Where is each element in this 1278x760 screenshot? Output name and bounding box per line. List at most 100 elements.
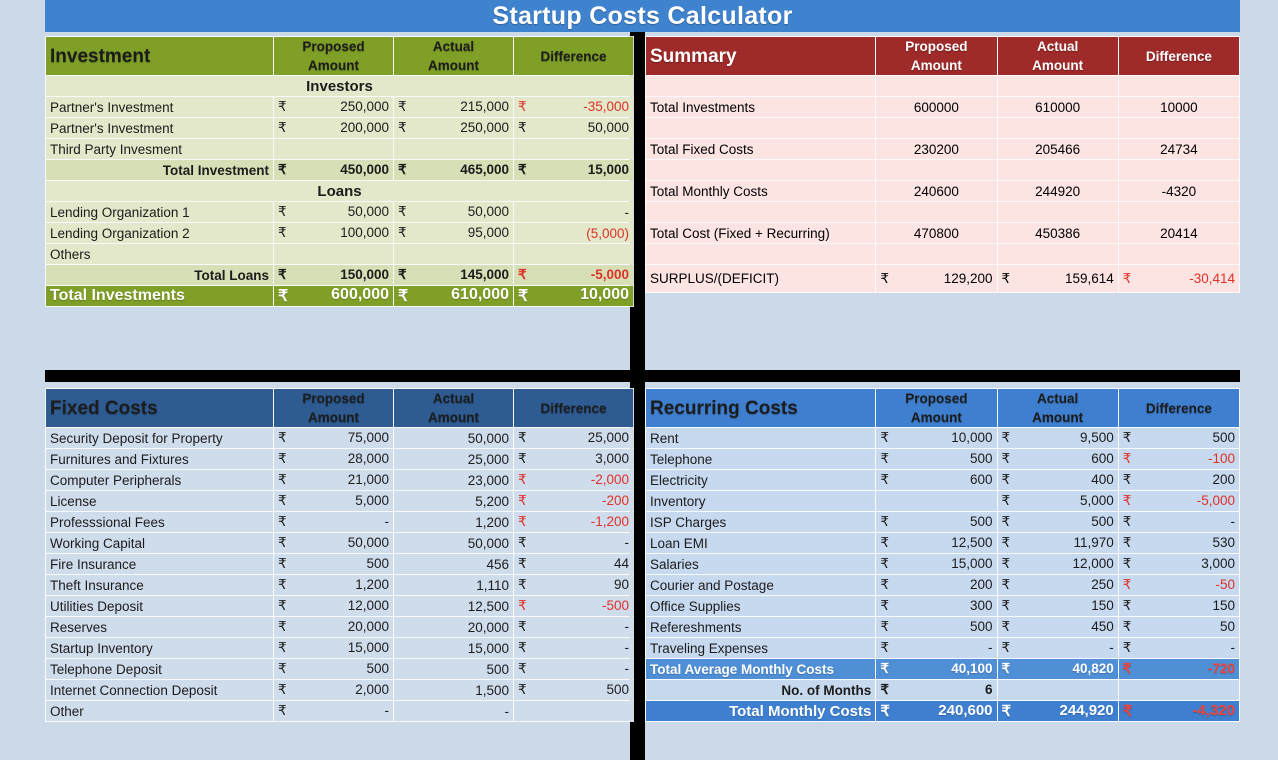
- table-row[interactable]: Office Supplies ₹300 ₹150 ₹150: [644, 595, 1241, 617]
- table-row[interactable]: Startup Inventory ₹15,000 15,000 ₹ -: [45, 637, 634, 659]
- subtotal-actual[interactable]: ₹145,000: [393, 264, 514, 286]
- difference-amount[interactable]: ₹ -200: [513, 490, 634, 512]
- summary-actual[interactable]: 244920: [996, 180, 1119, 202]
- difference-amount[interactable]: ₹ -: [513, 658, 634, 680]
- proposed-amount[interactable]: ₹21,000: [273, 469, 394, 491]
- table-row[interactable]: Refereshments ₹500 ₹450 ₹50: [644, 616, 1241, 638]
- proposed-amount[interactable]: ₹ -: [273, 511, 394, 533]
- proposed-amount[interactable]: ₹250,000: [273, 96, 394, 118]
- total-monthly-proposed[interactable]: ₹240,600: [875, 700, 998, 722]
- proposed-amount[interactable]: ₹ -: [273, 700, 394, 722]
- table-row[interactable]: Theft Insurance ₹1,200 1,110 ₹90: [45, 574, 634, 596]
- proposed-amount[interactable]: ₹500: [875, 448, 998, 470]
- table-row[interactable]: Salaries ₹15,000 ₹12,000 ₹3,000: [644, 553, 1241, 575]
- actual-amount[interactable]: ₹500: [996, 511, 1119, 533]
- actual-amount[interactable]: ₹250,000: [393, 117, 514, 139]
- proposed-amount[interactable]: ₹12,500: [875, 532, 998, 554]
- summary-proposed[interactable]: 600000: [875, 96, 998, 118]
- summary-difference[interactable]: 10000: [1117, 96, 1241, 118]
- summary-proposed[interactable]: 470800: [875, 222, 998, 244]
- actual-amount[interactable]: ₹215,000: [393, 96, 514, 118]
- difference-amount[interactable]: ₹50: [1117, 616, 1241, 638]
- difference-amount[interactable]: ₹3,000: [513, 448, 634, 470]
- difference-amount[interactable]: ₹ -35,000: [513, 96, 634, 118]
- actual-amount[interactable]: ₹450: [996, 616, 1119, 638]
- actual-amount[interactable]: ₹12,000: [996, 553, 1119, 575]
- difference-amount[interactable]: ₹ -1,200: [513, 511, 634, 533]
- actual-amount[interactable]: 1,110: [393, 574, 514, 596]
- table-row[interactable]: Rent ₹10,000 ₹9,500 ₹500: [644, 427, 1241, 449]
- proposed-amount[interactable]: [273, 138, 394, 160]
- difference-amount[interactable]: ₹500: [1117, 427, 1241, 449]
- summary-difference[interactable]: 24734: [1117, 138, 1241, 160]
- table-row[interactable]: Security Deposit for Property ₹75,000 50,0…: [45, 427, 634, 449]
- table-row[interactable]: Utilities Deposit ₹12,000 12,500 ₹ -500: [45, 595, 634, 617]
- proposed-amount[interactable]: ₹600: [875, 469, 998, 491]
- actual-amount[interactable]: 5,200: [393, 490, 514, 512]
- table-row[interactable]: Courier and Postage ₹200 ₹250 ₹ -50: [644, 574, 1241, 596]
- actual-amount[interactable]: ₹95,000: [393, 222, 514, 244]
- proposed-amount[interactable]: ₹15,000: [875, 553, 998, 575]
- actual-amount[interactable]: ₹11,970: [996, 532, 1119, 554]
- summary-actual[interactable]: 610000: [996, 96, 1119, 118]
- difference-amount[interactable]: ₹ -: [1117, 511, 1241, 533]
- proposed-amount[interactable]: ₹12,000: [273, 595, 394, 617]
- summary-proposed[interactable]: 230200: [875, 138, 998, 160]
- table-row[interactable]: Fire Insurance ₹500 456 ₹44: [45, 553, 634, 575]
- average-total-difference[interactable]: ₹ -720: [1117, 658, 1241, 680]
- proposed-amount[interactable]: ₹500: [875, 511, 998, 533]
- table-row[interactable]: Inventory ₹5,000 ₹ -5,000: [644, 490, 1241, 512]
- proposed-amount[interactable]: ₹100,000: [273, 222, 394, 244]
- proposed-amount[interactable]: ₹ -: [875, 637, 998, 659]
- difference-amount[interactable]: ₹ -100: [1117, 448, 1241, 470]
- difference-amount[interactable]: ₹530: [1117, 532, 1241, 554]
- subtotal-actual[interactable]: ₹465,000: [393, 159, 514, 181]
- table-row[interactable]: Reserves ₹20,000 20,000 ₹ -: [45, 616, 634, 638]
- subtotal-proposed[interactable]: ₹450,000: [273, 159, 394, 181]
- proposed-amount[interactable]: ₹15,000: [273, 637, 394, 659]
- proposed-amount[interactable]: ₹20,000: [273, 616, 394, 638]
- actual-amount[interactable]: 500: [393, 658, 514, 680]
- proposed-amount[interactable]: ₹500: [273, 553, 394, 575]
- surplus-actual[interactable]: ₹159,614: [996, 264, 1119, 293]
- actual-amount[interactable]: [393, 243, 514, 265]
- difference-amount[interactable]: ₹500: [513, 679, 634, 701]
- average-total-actual[interactable]: ₹40,820: [996, 658, 1119, 680]
- proposed-amount[interactable]: ₹50,000: [273, 201, 394, 223]
- difference-amount[interactable]: ₹200: [1117, 469, 1241, 491]
- table-row[interactable]: Lending Organization 2 ₹100,000 ₹95,000 (5,…: [45, 222, 634, 244]
- difference-amount[interactable]: [513, 700, 634, 722]
- actual-amount[interactable]: ₹50,000: [393, 201, 514, 223]
- proposed-amount[interactable]: ₹200,000: [273, 117, 394, 139]
- proposed-amount[interactable]: ₹300: [875, 595, 998, 617]
- proposed-amount[interactable]: ₹10,000: [875, 427, 998, 449]
- total-monthly-actual[interactable]: ₹244,920: [996, 700, 1119, 722]
- actual-amount[interactable]: ₹5,000: [996, 490, 1119, 512]
- difference-amount[interactable]: ₹3,000: [1117, 553, 1241, 575]
- summary-actual[interactable]: 205466: [996, 138, 1119, 160]
- actual-amount[interactable]: 12,500: [393, 595, 514, 617]
- difference-amount[interactable]: ₹150: [1117, 595, 1241, 617]
- proposed-amount[interactable]: ₹28,000: [273, 448, 394, 470]
- table-row[interactable]: Professsional Fees ₹ -1,200 ₹ -1,200: [45, 511, 634, 533]
- difference-amount[interactable]: ₹ -: [1117, 637, 1241, 659]
- table-row[interactable]: Partner's Investment ₹200,000 ₹250,000 ₹50,…: [45, 117, 634, 139]
- table-row[interactable]: Other ₹ - -: [45, 700, 634, 722]
- summary-row[interactable]: Total Cost (Fixed + Recurring) 470800 4503…: [644, 222, 1241, 244]
- actual-amount[interactable]: ₹600: [996, 448, 1119, 470]
- difference-amount[interactable]: ₹44: [513, 553, 634, 575]
- difference-amount[interactable]: ₹ -: [513, 637, 634, 659]
- subtotal-difference[interactable]: ₹15,000: [513, 159, 634, 181]
- difference-amount[interactable]: ₹ -: [513, 616, 634, 638]
- difference-amount[interactable]: ₹ -2,000: [513, 469, 634, 491]
- table-row[interactable]: Partner's Investment ₹250,000 ₹215,000 ₹ -35…: [45, 96, 634, 118]
- proposed-amount[interactable]: ₹500: [273, 658, 394, 680]
- difference-amount[interactable]: ₹ -500: [513, 595, 634, 617]
- summary-proposed[interactable]: 240600: [875, 180, 998, 202]
- summary-difference[interactable]: 20414: [1117, 222, 1241, 244]
- difference-amount[interactable]: [513, 243, 634, 265]
- surplus-difference[interactable]: ₹ -30,414: [1117, 264, 1241, 293]
- proposed-amount[interactable]: [875, 490, 998, 512]
- actual-amount[interactable]: 50,000: [393, 532, 514, 554]
- grand-total-actual[interactable]: ₹610,000: [393, 285, 514, 307]
